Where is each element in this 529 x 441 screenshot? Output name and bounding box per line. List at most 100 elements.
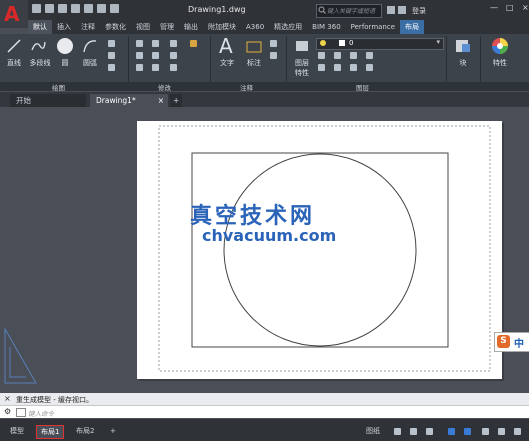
drawing1-tab[interactable]: Drawing1* × — [90, 94, 168, 107]
layout1-tab[interactable]: 布局1 — [36, 425, 65, 439]
command-input[interactable]: 键入命令 — [28, 408, 54, 418]
line-icon[interactable] — [6, 38, 22, 54]
separator — [286, 36, 287, 82]
panel-modify-label[interactable]: 修改 — [158, 82, 171, 92]
osnap-icon[interactable] — [426, 428, 433, 435]
open-file-icon[interactable] — [45, 4, 54, 13]
rectangle-icon[interactable] — [108, 40, 115, 47]
infocenter-icons[interactable] — [386, 4, 408, 16]
polar-icon[interactable] — [410, 428, 417, 435]
print-icon[interactable] — [84, 4, 93, 13]
layer-tool-8-icon[interactable] — [366, 64, 373, 71]
line-tool-label[interactable]: 直线 — [4, 58, 24, 68]
undo-icon[interactable] — [97, 4, 106, 13]
dimension-tool-label[interactable]: 标注 — [243, 58, 265, 68]
annotation-scale-icon[interactable] — [448, 428, 455, 435]
search-box[interactable]: 键入关键字或短语 — [316, 4, 382, 18]
command-line[interactable]: ⚙ 键入命令 — [0, 405, 529, 418]
properties-tool-label-right[interactable]: 特性 — [488, 58, 512, 68]
tab-view[interactable]: 视图 — [131, 20, 155, 34]
polyline-tool-label[interactable]: 多段线 — [26, 58, 54, 68]
layer-dropdown[interactable]: 0 ▾ — [316, 38, 444, 50]
panel-draw-label[interactable]: 绘图 — [52, 82, 65, 92]
tab-featured-apps[interactable]: 精选应用 — [269, 20, 307, 34]
start-tab[interactable]: 开始 — [10, 94, 86, 107]
maximize-button[interactable]: □ — [506, 4, 514, 12]
panel-layers-label[interactable]: 图层 — [356, 82, 369, 92]
properties-tool-label[interactable]: 特性 — [292, 68, 312, 78]
text-icon[interactable]: A — [219, 34, 233, 58]
edit-icon[interactable] — [190, 40, 197, 47]
trim-icon[interactable] — [170, 40, 177, 47]
panel-annotation-label[interactable]: 注释 — [240, 82, 253, 92]
circle-tool-label[interactable]: 圆 — [58, 58, 72, 68]
customize-menu-icon[interactable] — [514, 428, 521, 435]
window-controls: — □ × — [490, 4, 529, 12]
mirror-icon[interactable] — [152, 52, 159, 59]
layer-tool-label[interactable]: 图层 — [292, 58, 312, 68]
leader-icon[interactable] — [270, 40, 277, 47]
tab-addins[interactable]: 附加模块 — [203, 20, 241, 34]
isolate-icon[interactable] — [498, 428, 505, 435]
block-tool-label[interactable]: 块 — [454, 58, 472, 68]
layer-tool-4-icon[interactable] — [366, 52, 373, 59]
gradient-icon[interactable] — [108, 64, 115, 71]
new-file-icon[interactable] — [32, 4, 41, 13]
tab-default[interactable]: 默认 — [28, 20, 52, 34]
paper-space-toggle[interactable]: 图纸 — [362, 425, 384, 437]
layout2-tab[interactable]: 布局2 — [72, 425, 98, 437]
minimize-button[interactable]: — — [490, 4, 498, 12]
arc-icon[interactable] — [82, 38, 98, 54]
snap-icon[interactable] — [394, 428, 401, 435]
scale-icon[interactable] — [152, 64, 159, 71]
tab-performance[interactable]: Performance — [346, 20, 400, 34]
copy-icon[interactable] — [136, 52, 143, 59]
block-insert-icon[interactable] — [454, 38, 472, 54]
model-tab[interactable]: 模型 — [6, 425, 28, 437]
arc-tool-label[interactable]: 圆弧 — [80, 58, 100, 68]
text-tool-label[interactable]: 文字 — [216, 58, 238, 68]
dimension-icon[interactable] — [246, 40, 262, 54]
layer-on-icon — [320, 40, 326, 46]
tab-output[interactable]: 输出 — [179, 20, 203, 34]
tab-annotate[interactable]: 注释 — [76, 20, 100, 34]
tab-bim360[interactable]: BIM 360 — [307, 20, 346, 34]
tab-insert[interactable]: 插入 — [52, 20, 76, 34]
layer-tool-3-icon[interactable] — [350, 52, 357, 59]
hatch-icon[interactable] — [108, 52, 115, 59]
tab-a360[interactable]: A360 — [241, 20, 269, 34]
layer-tool-1-icon[interactable] — [318, 52, 325, 59]
array-icon[interactable] — [170, 64, 177, 71]
close-tab-icon[interactable]: × — [158, 94, 164, 107]
layer-tool-7-icon[interactable] — [350, 64, 357, 71]
tab-manage[interactable]: 管理 — [155, 20, 179, 34]
redo-icon[interactable] — [110, 4, 119, 13]
circle-icon[interactable] — [56, 37, 74, 55]
save-as-icon[interactable] — [71, 4, 80, 13]
move-icon[interactable] — [136, 40, 143, 47]
fillet-icon[interactable] — [170, 52, 177, 59]
wrench-icon[interactable]: ⚙ — [4, 407, 11, 416]
layer-tool-6-icon[interactable] — [334, 64, 341, 71]
new-tab-button[interactable]: + — [170, 94, 182, 107]
stretch-icon[interactable] — [136, 64, 143, 71]
ime-indicator[interactable]: S 中 — [494, 332, 529, 352]
tab-layout[interactable]: 布局 — [400, 20, 425, 34]
polyline-icon[interactable] — [30, 38, 46, 54]
close-command-icon[interactable]: × — [4, 394, 11, 403]
tab-parametric[interactable]: 参数化 — [100, 20, 131, 34]
properties-color-wheel-icon[interactable] — [490, 36, 510, 56]
save-icon[interactable] — [58, 4, 67, 13]
application-menu-button[interactable]: A — [0, 0, 28, 28]
layer-properties-icon[interactable] — [294, 38, 310, 54]
lock-ui-icon[interactable] — [482, 428, 489, 435]
close-button[interactable]: × — [522, 4, 529, 12]
layer-tool-2-icon[interactable] — [334, 52, 341, 59]
rotate-icon[interactable] — [152, 40, 159, 47]
sign-in-button[interactable]: 登录 — [412, 6, 426, 16]
workspace-icon[interactable] — [464, 428, 471, 435]
table-icon[interactable] — [270, 52, 277, 59]
add-layout-button[interactable]: + — [106, 425, 120, 437]
layer-color-icon — [339, 40, 345, 46]
layer-tool-5-icon[interactable] — [318, 64, 325, 71]
